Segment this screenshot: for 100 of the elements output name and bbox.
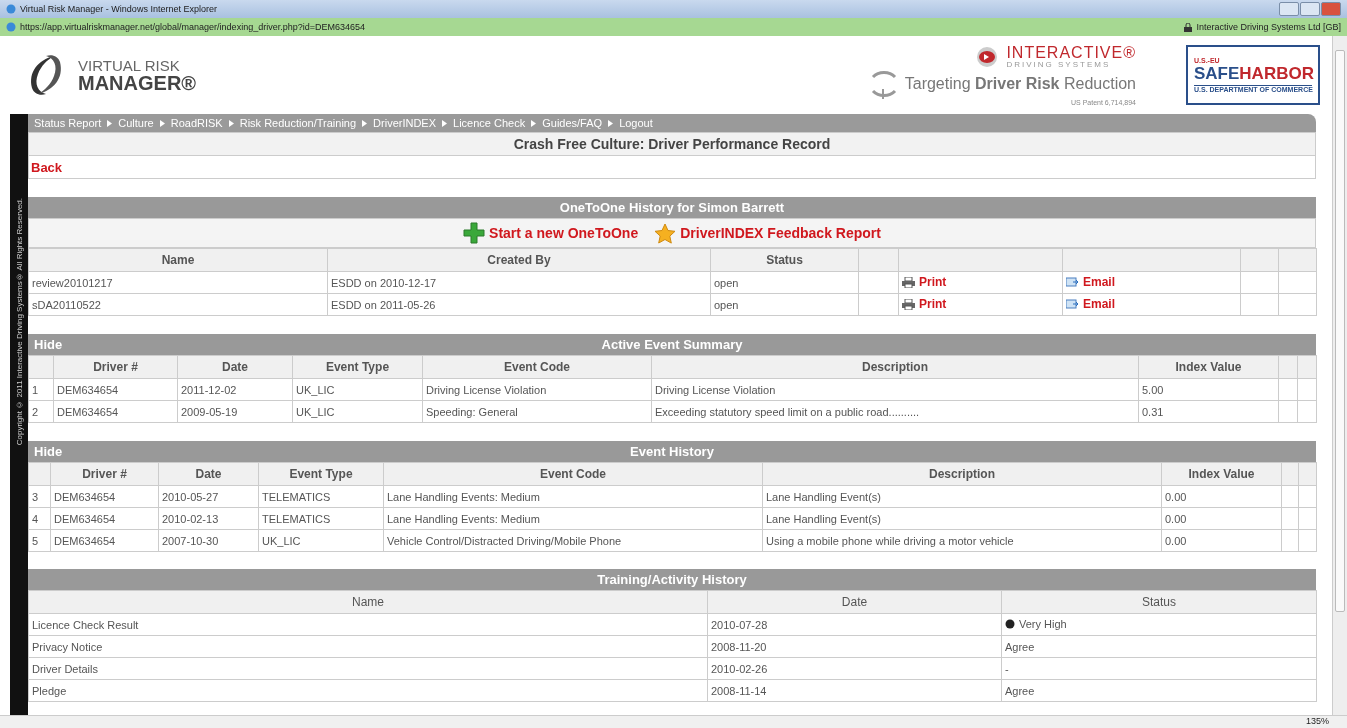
nav-link[interactable]: DriverINDEX xyxy=(373,117,437,129)
table-cell: Lane Handling Events: Medium xyxy=(387,490,540,503)
row-number: 1 xyxy=(32,383,39,396)
copyright-text: Copyright © 2011 Interactive Driving Systems® All Rights Reserved. xyxy=(14,197,24,445)
column-header: Event Type xyxy=(292,355,423,379)
table-cell: Driver Details xyxy=(32,662,98,675)
action-link[interactable]: Start a new OneToOne xyxy=(463,222,639,244)
scroll-thumb[interactable] xyxy=(1335,50,1345,612)
arrow-icon xyxy=(442,119,448,127)
status-dot-icon xyxy=(1005,619,1015,629)
column-header: Driver # xyxy=(53,355,178,379)
printer-icon xyxy=(902,298,915,310)
table-cell: ESDD on 2010-12-17 xyxy=(327,271,711,294)
section-title: Active Event Summary xyxy=(601,337,743,352)
table-cell: 2010-02-13 xyxy=(162,512,219,525)
table-cell: 2008-11-20 xyxy=(711,640,767,653)
column-header: Event Code xyxy=(383,462,763,486)
site-identity: Interactive Driving Systems Ltd [GB] xyxy=(1196,22,1341,32)
logo-text: MANAGER® xyxy=(78,72,197,93)
address-bar[interactable]: https://app.virtualriskmanager.net/global/manager/indexing_driver.php?id=DEM634654 Interactive Driving Systems Ltd [GB] xyxy=(0,18,1347,36)
table-cell: 0.31 xyxy=(1142,405,1164,418)
arrow-icon xyxy=(107,119,113,127)
action-link[interactable]: DriverINDEX Feedback Report xyxy=(654,222,881,244)
table-cell: UK_LIC xyxy=(296,383,335,396)
column-header: Status xyxy=(1001,590,1317,614)
table-cell: Lane Handling Event(s) xyxy=(766,512,881,525)
section-title: Event History xyxy=(630,444,714,459)
table-cell: 2010-02-26 xyxy=(711,662,768,675)
nav-link[interactable]: RoadRISK xyxy=(170,117,223,129)
logo-text: VIRTUAL RISK xyxy=(78,57,181,73)
nav-link[interactable]: Guides/FAQ xyxy=(542,117,603,129)
printer-icon xyxy=(902,276,915,288)
table-cell: Driving License Violation xyxy=(655,383,776,396)
table-cell: UK_LIC xyxy=(262,534,301,547)
hide-link[interactable]: Hide xyxy=(34,337,63,352)
arrow-icon xyxy=(608,119,614,127)
table-cell: - xyxy=(1005,662,1009,675)
column-header: Date xyxy=(177,355,293,379)
table-cell: 5.00 xyxy=(1142,383,1164,396)
zoom-level[interactable]: 135% xyxy=(1305,716,1329,728)
table-cell: sDA20110522 xyxy=(28,293,328,316)
section-title: Training/Activity History xyxy=(597,572,747,587)
column-header: Index Value xyxy=(1161,462,1282,486)
nav-link[interactable]: Culture xyxy=(118,117,154,129)
tagline: Targeting Driver Risk Reduction xyxy=(904,74,1136,93)
table-cell: DEM634654 xyxy=(57,405,119,418)
table-cell: Driving License Violation xyxy=(426,383,547,396)
close-button[interactable] xyxy=(1321,2,1341,16)
table-cell: TELEMATICS xyxy=(262,490,331,503)
page-title: Crash Free Culture: Driver Performance Record xyxy=(28,132,1316,156)
table-cell: 2011-12-02 xyxy=(181,383,237,396)
row-number: 3 xyxy=(32,490,39,503)
arrow-icon xyxy=(159,119,165,127)
row-number: 2 xyxy=(32,405,39,418)
table-cell: Speeding: General xyxy=(426,405,518,418)
nav-link[interactable]: Status Report xyxy=(34,117,102,129)
column-header: Event Code xyxy=(422,355,652,379)
nav-link[interactable]: Licence Check xyxy=(453,117,526,129)
maximize-button[interactable] xyxy=(1300,2,1320,16)
print-link[interactable]: Print xyxy=(919,275,947,290)
lock-icon xyxy=(1184,22,1193,32)
badge-title: SAFEHARBOR xyxy=(1194,64,1314,85)
arrow-icon xyxy=(531,119,537,127)
plus-icon xyxy=(463,222,486,244)
table-cell: Using a mobile phone while driving a motor vehicle xyxy=(766,534,1014,547)
table-cell: 2010-07-28 xyxy=(711,618,768,631)
table-cell: DEM634654 xyxy=(54,534,116,547)
table-cell: Lane Handling Events: Medium xyxy=(387,512,540,525)
table-cell: Agree xyxy=(1005,640,1035,653)
table-cell: DEM634654 xyxy=(54,490,116,503)
column-header: Created By xyxy=(327,248,711,272)
table-cell: UK_LIC xyxy=(296,405,335,418)
table-cell: review20101217 xyxy=(28,271,328,294)
nav-link[interactable]: Logout xyxy=(619,117,653,129)
table-cell: 2007-10-30 xyxy=(162,534,219,547)
table-cell: DEM634654 xyxy=(57,383,119,396)
table-cell: Very High xyxy=(1019,618,1067,630)
email-link[interactable]: Email xyxy=(1083,297,1115,312)
column-header: Status xyxy=(710,248,859,272)
row-number: 4 xyxy=(32,512,39,525)
window-title: Virtual Risk Manager - Windows Internet Explorer xyxy=(20,4,217,14)
scrollbar[interactable] xyxy=(1332,36,1347,715)
table-cell: open xyxy=(710,293,859,316)
table-cell: ESDD on 2011-05-26 xyxy=(327,293,711,316)
star-icon xyxy=(654,222,677,244)
partner-name: INTERACTIVE® xyxy=(1006,44,1136,61)
table-cell: Licence Check Result xyxy=(32,618,139,631)
minimize-button[interactable] xyxy=(1279,2,1299,16)
column-header: Date xyxy=(158,462,259,486)
section-title: OneToOne History for Simon Barrett xyxy=(559,200,785,215)
table-cell: 0.00 xyxy=(1165,512,1187,525)
print-link[interactable]: Print xyxy=(919,297,947,312)
column-header: Driver # xyxy=(50,462,159,486)
back-link[interactable]: Back xyxy=(31,159,63,175)
table-cell: Lane Handling Event(s) xyxy=(766,490,881,503)
email-link[interactable]: Email xyxy=(1083,275,1115,290)
hide-link[interactable]: Hide xyxy=(34,444,63,459)
table-cell: DEM634654 xyxy=(54,512,116,525)
nav-link[interactable]: Risk Reduction/Training xyxy=(239,117,357,129)
table-cell: 0.00 xyxy=(1165,490,1187,503)
